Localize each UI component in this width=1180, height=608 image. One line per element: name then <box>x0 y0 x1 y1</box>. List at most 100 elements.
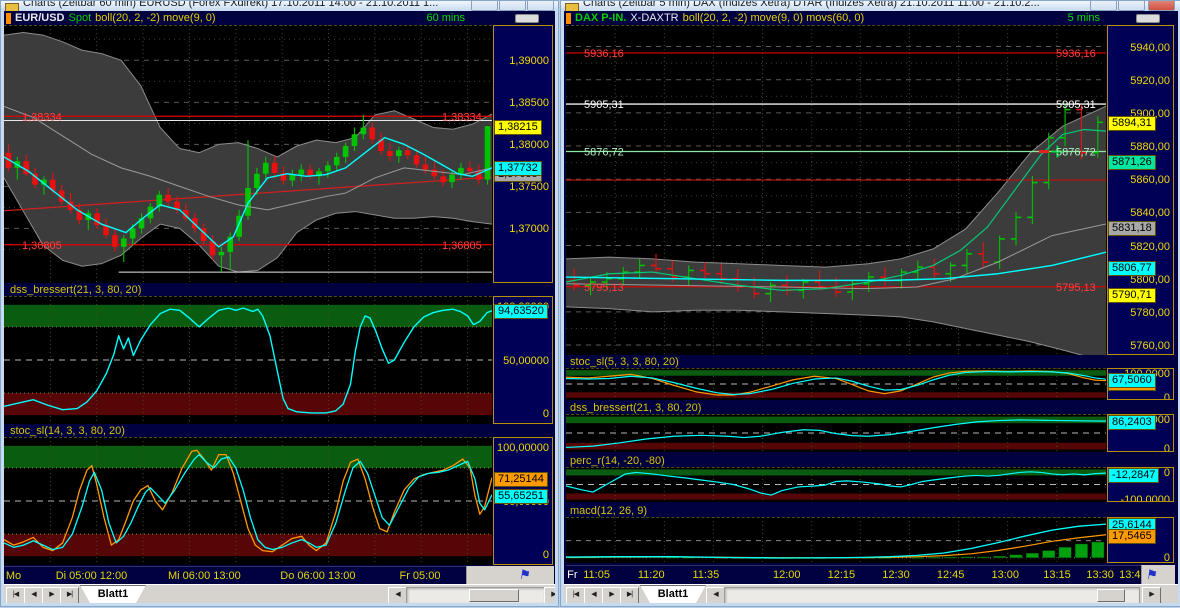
svg-text:5795,13: 5795,13 <box>584 282 624 294</box>
axis-tick-label: 5860,00 <box>1130 174 1170 186</box>
time-axis[interactable]: Fr11:0511:2011:3512:0012:1512:3012:4513:… <box>566 565 1141 585</box>
last-sheet-button[interactable]: ▶| <box>60 587 79 603</box>
flag-icon[interactable]: ⚑ <box>518 567 532 583</box>
svg-text:1,38334: 1,38334 <box>22 111 62 123</box>
time-axis-label: 11:35 <box>693 569 720 581</box>
first-sheet-button[interactable]: |◀ <box>6 587 25 603</box>
sheet-tab-blatt1[interactable]: Blatt1 <box>640 585 706 603</box>
value-chip: -12,2847 <box>1108 468 1159 483</box>
close-button[interactable] <box>527 1 554 11</box>
scroll-right-button[interactable]: ▶ <box>1142 587 1161 603</box>
axis-tick-label: 0 <box>1164 552 1170 563</box>
maximize-button[interactable] <box>1118 1 1145 11</box>
axis-tick-label: 0 <box>543 549 549 561</box>
axis-tick-label: 5760,00 <box>1130 340 1170 352</box>
indicator-header: stoc_sl(14, 3, 3, 80, 20) <box>4 425 555 437</box>
plot-canvas <box>566 467 1106 502</box>
axis-tick-label: 5820,00 <box>1130 241 1170 253</box>
axis-tick-label: 1,39000 <box>509 55 549 67</box>
dss-bressert-axis: 100,0000086,2403 <box>1107 414 1174 452</box>
window-title: Charts (Zeitbar 60 min) EURUSD (Forex FX… <box>23 1 438 9</box>
indicator-header: stoc_sl(5, 3, 3, 80, 20) <box>564 356 1178 368</box>
axis-tick-label: 5940,00 <box>1130 42 1170 54</box>
indicator-name: macd(12, 26, 9) <box>570 505 647 517</box>
symbol-label: EUR/USD <box>15 12 65 24</box>
svg-text:5876,72: 5876,72 <box>584 146 624 158</box>
scrollbar-thumb[interactable] <box>1097 589 1125 602</box>
value-chip: 86,2403 <box>1108 415 1156 430</box>
axis-tick-label: 0 <box>1164 392 1170 400</box>
prev-sheet-button[interactable]: ◀ <box>584 587 603 603</box>
time-axis-label: 13:15 <box>1043 569 1071 581</box>
horizontal-scrollbar[interactable] <box>406 587 545 603</box>
time-axis-label: 13:45 <box>1119 569 1141 581</box>
plot-canvas <box>4 437 492 565</box>
perc-r-axis: 0-100,0000-12,2847 <box>1107 467 1174 502</box>
value-chip: 5806,77 <box>1108 261 1156 276</box>
chart-window-eurusd[interactable]: Charts (Zeitbar 60 min) EURUSD (Forex FX… <box>0 0 559 607</box>
price-plot[interactable]: 5936,165936,165905,315905,315876,725876,… <box>566 25 1106 355</box>
chart-window-dax[interactable]: Charts (Zeitbar 5 min) DAX (Indizes Xetr… <box>560 0 1180 607</box>
time-axis-corner: ⚑ <box>466 566 554 584</box>
price-axis: 1,390001,385001,380001,375001,370001,382… <box>493 25 553 283</box>
minimize-button[interactable] <box>471 1 498 11</box>
dss-bressert-plot[interactable] <box>4 296 492 424</box>
plot-canvas <box>4 296 492 424</box>
stoc-sl-plot[interactable] <box>4 437 492 565</box>
time-axis-label: 12:00 <box>773 569 801 581</box>
axis-tick-label: 5880,00 <box>1130 141 1170 153</box>
value-chip: 17,5465 <box>1108 529 1156 544</box>
minimize-button[interactable] <box>1090 1 1117 11</box>
close-button[interactable] <box>1148 1 1175 11</box>
sheet-tab-blatt1[interactable]: Blatt1 <box>80 585 146 603</box>
scroll-left-button[interactable]: ◀ <box>706 587 725 603</box>
value-chip: 1,38215 <box>494 120 542 135</box>
price-plot[interactable]: 1,383341,383341,368051,36805 <box>4 25 492 283</box>
prev-sheet-button[interactable]: ◀ <box>24 587 43 603</box>
indicator-name: dss_bressert(21, 3, 80, 20) <box>10 284 141 296</box>
value-chip: 5871,26 <box>1108 155 1156 170</box>
time-axis-label: Do 06:00 13:00 <box>280 570 355 582</box>
horizontal-scrollbar[interactable] <box>724 587 1140 603</box>
svg-text:5905,31: 5905,31 <box>584 99 624 111</box>
time-axis-label: 12:30 <box>882 569 910 581</box>
symbol-suffix: Spot <box>69 12 92 24</box>
time-axis-label: Di 05:00 12:00 <box>56 570 128 582</box>
dss-bressert-plot[interactable] <box>566 414 1106 452</box>
svg-text:1,36805: 1,36805 <box>22 240 62 252</box>
first-sheet-button[interactable]: |◀ <box>566 587 585 603</box>
timeframe-label: 5 mins <box>1068 12 1100 25</box>
perc-r-plot[interactable] <box>566 467 1106 502</box>
time-axis-label: 13:00 <box>992 569 1020 581</box>
stoc-sl-plot[interactable] <box>566 368 1106 400</box>
value-chip: 5894,31 <box>1108 116 1156 131</box>
sheet-tab-bar: |◀ ◀ ▶ ▶| Blatt1 ◀ ▶ <box>4 584 555 603</box>
svg-text:5936,16: 5936,16 <box>1056 48 1096 60</box>
next-sheet-button[interactable]: ▶ <box>602 587 621 603</box>
value-chip: 67,5060 <box>1108 373 1156 388</box>
indicator-name: perc_r(14, -20, -80) <box>570 455 665 467</box>
window-restore-widget[interactable] <box>1136 14 1160 23</box>
indicator-header: dss_bressert(21, 3, 80, 20) <box>4 284 555 296</box>
maximize-button[interactable] <box>499 1 526 11</box>
last-sheet-button[interactable]: ▶| <box>620 587 639 603</box>
scroll-right-button[interactable]: ▶ <box>544 587 555 603</box>
stoc-sl-axis: 100,0000067,506067,5060 <box>1107 368 1174 400</box>
window-titlebar[interactable]: Charts (Zeitbar 60 min) EURUSD (Forex FX… <box>1 1 558 11</box>
value-chip: 5790,71 <box>1108 288 1156 303</box>
time-axis[interactable]: MoDi 05:00 12:00Mi 06:00 13:00Do 06:00 1… <box>4 566 466 585</box>
scroll-left-button[interactable]: ◀ <box>388 587 407 603</box>
scrollbar-thumb[interactable] <box>469 589 519 602</box>
window-titlebar[interactable]: Charts (Zeitbar 5 min) DAX (Indizes Xetr… <box>561 1 1180 11</box>
dss-bressert-axis: 100,0000050,00000094,63520 <box>493 296 553 424</box>
axis-tick-label: 100,00000 <box>497 442 549 454</box>
symbol-label: DAX P-IN. <box>575 12 626 24</box>
app-icon <box>565 3 579 11</box>
flag-icon[interactable]: ⚑ <box>1145 567 1159 583</box>
axis-tick-label: 1,37500 <box>509 181 549 193</box>
macd-plot[interactable] <box>566 517 1106 563</box>
window-restore-widget[interactable] <box>515 14 539 23</box>
next-sheet-button[interactable]: ▶ <box>42 587 61 603</box>
indicator-params: boll(20, 2, -2) move(9, 0) movs(60, 0) <box>683 12 865 24</box>
time-axis-label: Mi 06:00 13:00 <box>168 570 241 582</box>
